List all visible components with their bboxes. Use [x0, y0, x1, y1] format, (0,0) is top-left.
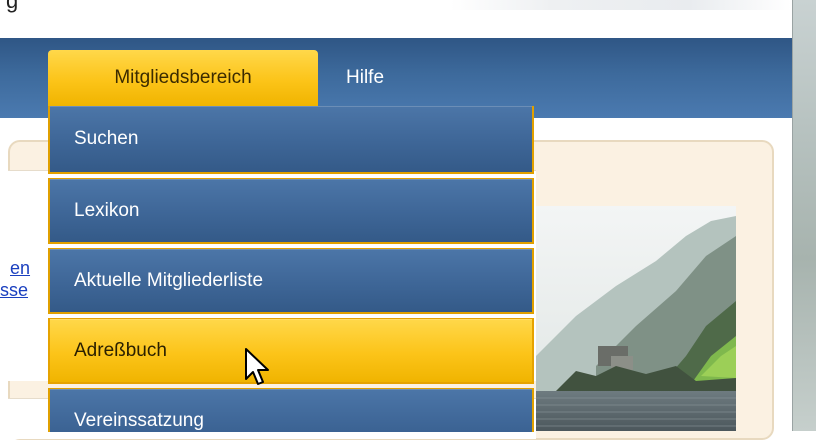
menu-item-vereinssatzung[interactable]: Vereinssatzung	[48, 388, 534, 432]
tab-mitgliedsbereich[interactable]: Mitgliedsbereich	[48, 50, 318, 106]
menu-item-mitgliederliste[interactable]: Aktuelle Mitgliederliste	[48, 248, 534, 314]
content-link-1[interactable]: en	[10, 258, 30, 279]
menu-item-adressbuch[interactable]: Adreßbuch	[48, 318, 534, 384]
blurred-header-area	[450, 0, 792, 10]
menu-item-lexikon[interactable]: Lexikon	[48, 178, 534, 244]
menu-item-suchen[interactable]: Suchen	[48, 106, 534, 174]
tab-hilfe[interactable]: Hilfe	[338, 50, 448, 106]
landscape-image	[536, 206, 736, 431]
top-strip: g	[0, 0, 792, 38]
content-link-2[interactable]: sse	[0, 280, 28, 301]
partial-header-text: g	[6, 0, 19, 13]
dropdown-menu: Suchen Lexikon Aktuelle Mitgliederliste …	[48, 106, 534, 432]
mouse-pointer-icon	[245, 348, 269, 385]
background-edge	[792, 0, 816, 431]
